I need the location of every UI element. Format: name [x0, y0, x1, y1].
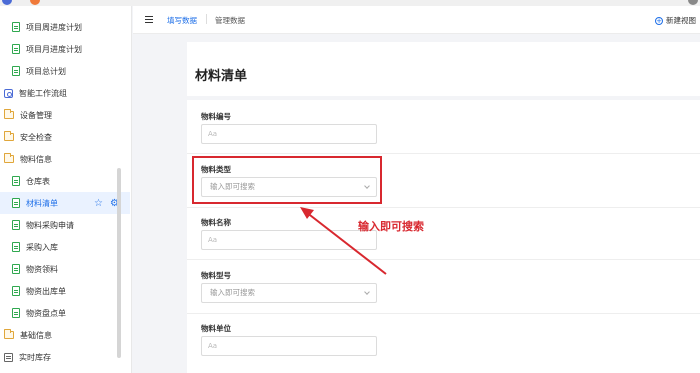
chevron-down-icon — [364, 289, 370, 295]
sidebar-item-label: 物资出库单 — [26, 286, 66, 296]
app-badge-icon — [30, 0, 40, 5]
sidebar-item-realtime-stock[interactable]: 实时库存 — [0, 346, 130, 368]
app-logo-icon — [2, 0, 12, 5]
material-model-placeholder: 输入即可搜索 — [210, 288, 255, 297]
doc-icon — [12, 308, 20, 318]
sidebar-item-label: 设备管理 — [20, 110, 52, 120]
top-nav: 填写数据 管理数据 + 新建视图 — [133, 6, 700, 34]
field-label-material-model: 物料型号 — [201, 271, 231, 280]
avatar[interactable] — [688, 0, 698, 5]
sidebar-item-safety[interactable]: 安全检查 — [0, 126, 130, 148]
doc-icon — [12, 22, 20, 32]
sidebar-item-purchase-request[interactable]: 物料采购申请 — [0, 214, 130, 236]
tab-fill-data[interactable]: 填写数据 — [167, 15, 197, 26]
material-model-select[interactable]: 输入即可搜索 — [201, 283, 377, 303]
form-header-card: 材料清单 — [187, 42, 700, 96]
sidebar-item-label: 物料采购申请 — [26, 220, 74, 230]
menu-icon[interactable] — [145, 16, 153, 23]
sidebar-item-warehouse[interactable]: 仓库表 — [0, 170, 130, 192]
sidebar-item-material-info[interactable]: 物料信息 — [0, 148, 130, 170]
doc-icon — [12, 198, 20, 208]
material-code-input[interactable]: Aa — [201, 124, 377, 144]
divider — [187, 259, 700, 260]
doc-icon — [12, 264, 20, 274]
page-title: 材料清单 — [195, 69, 248, 84]
doc-icon — [12, 220, 20, 230]
doc-icon — [12, 242, 20, 252]
material-name-input[interactable]: Aa — [201, 230, 377, 250]
annotation-highlight-box — [192, 156, 382, 204]
annotation-text: 输入即可搜索 — [358, 220, 424, 233]
folder-icon — [4, 153, 14, 163]
doc-icon — [12, 176, 20, 186]
sidebar-item-label: 材料清单 — [26, 198, 58, 208]
sidebar-item-stocktake[interactable]: 物资盘点单 — [0, 302, 130, 324]
sidebar-item-label: 物资领料 — [26, 264, 58, 274]
sidebar-item-equipment[interactable]: 设备管理 — [0, 104, 130, 126]
sidebar-item-label: 安全检查 — [20, 132, 52, 142]
material-unit-input[interactable]: Aa — [201, 336, 377, 356]
doc-icon — [12, 66, 20, 76]
sidebar-item-label: 项目总计划 — [26, 66, 66, 76]
sidebar: 项目周进度计划 项目月进度计划 项目总计划 智能工作流组 设备管理 安全检查 物… — [0, 6, 132, 373]
sidebar-item-label: 智能工作流组 — [19, 88, 67, 98]
divider — [187, 153, 700, 154]
folder-icon — [4, 131, 14, 141]
sidebar-item-label: 物资盘点单 — [26, 308, 66, 318]
doc-icon — [12, 286, 20, 296]
sidebar-item-label: 基础信息 — [20, 330, 52, 340]
sidebar-scrollbar[interactable] — [117, 168, 121, 358]
sidebar-item-label: 采购入库 — [26, 242, 58, 252]
divider — [187, 313, 700, 314]
sidebar-item-monthly-plan[interactable]: 项目月进度计划 — [0, 38, 130, 60]
sidebar-item-label: 项目周进度计划 — [26, 22, 82, 32]
tab-manage-data[interactable]: 管理数据 — [215, 15, 245, 26]
form-card: 物料编号 Aa 物料类型 输入即可搜索 物料名称 Aa 物料型号 输入即可搜索 … — [187, 100, 700, 373]
doc-icon — [12, 44, 20, 54]
sidebar-item-weekly-plan[interactable]: 项目周进度计划 — [0, 16, 130, 38]
list-icon — [4, 352, 13, 362]
folder-icon — [4, 329, 14, 339]
sidebar-item-master-plan[interactable]: 项目总计划 — [0, 60, 130, 82]
sidebar-item-label: 项目月进度计划 — [26, 44, 82, 54]
new-view-label: 新建视图 — [666, 16, 696, 25]
plus-circle-icon: + — [655, 16, 663, 25]
sidebar-item-workflow-group[interactable]: 智能工作流组 — [0, 82, 130, 104]
folder-icon — [4, 109, 14, 119]
sidebar-item-label: 实时库存 — [19, 352, 51, 362]
sidebar-item-material-list[interactable]: 材料清单 ☆ ⚙ — [0, 192, 130, 214]
workflow-icon — [4, 88, 13, 98]
sidebar-item-purchase-inbound[interactable]: 采购入库 — [0, 236, 130, 258]
sidebar-item-label: 物料信息 — [20, 154, 52, 164]
sidebar-item-label: 仓库表 — [26, 176, 50, 186]
field-label-material-unit: 物料单位 — [201, 324, 231, 333]
sidebar-item-material-requisition[interactable]: 物资领料 — [0, 258, 130, 280]
sidebar-item-outbound-order[interactable]: 物资出库单 — [0, 280, 130, 302]
star-icon[interactable]: ☆ — [94, 198, 103, 209]
field-label-material-code: 物料编号 — [201, 112, 231, 121]
sidebar-item-basic-info[interactable]: 基础信息 — [0, 324, 130, 346]
new-view-button[interactable]: + 新建视图 — [655, 15, 696, 26]
divider — [187, 207, 700, 208]
field-label-material-name: 物料名称 — [201, 218, 231, 227]
tab-divider — [206, 14, 207, 24]
